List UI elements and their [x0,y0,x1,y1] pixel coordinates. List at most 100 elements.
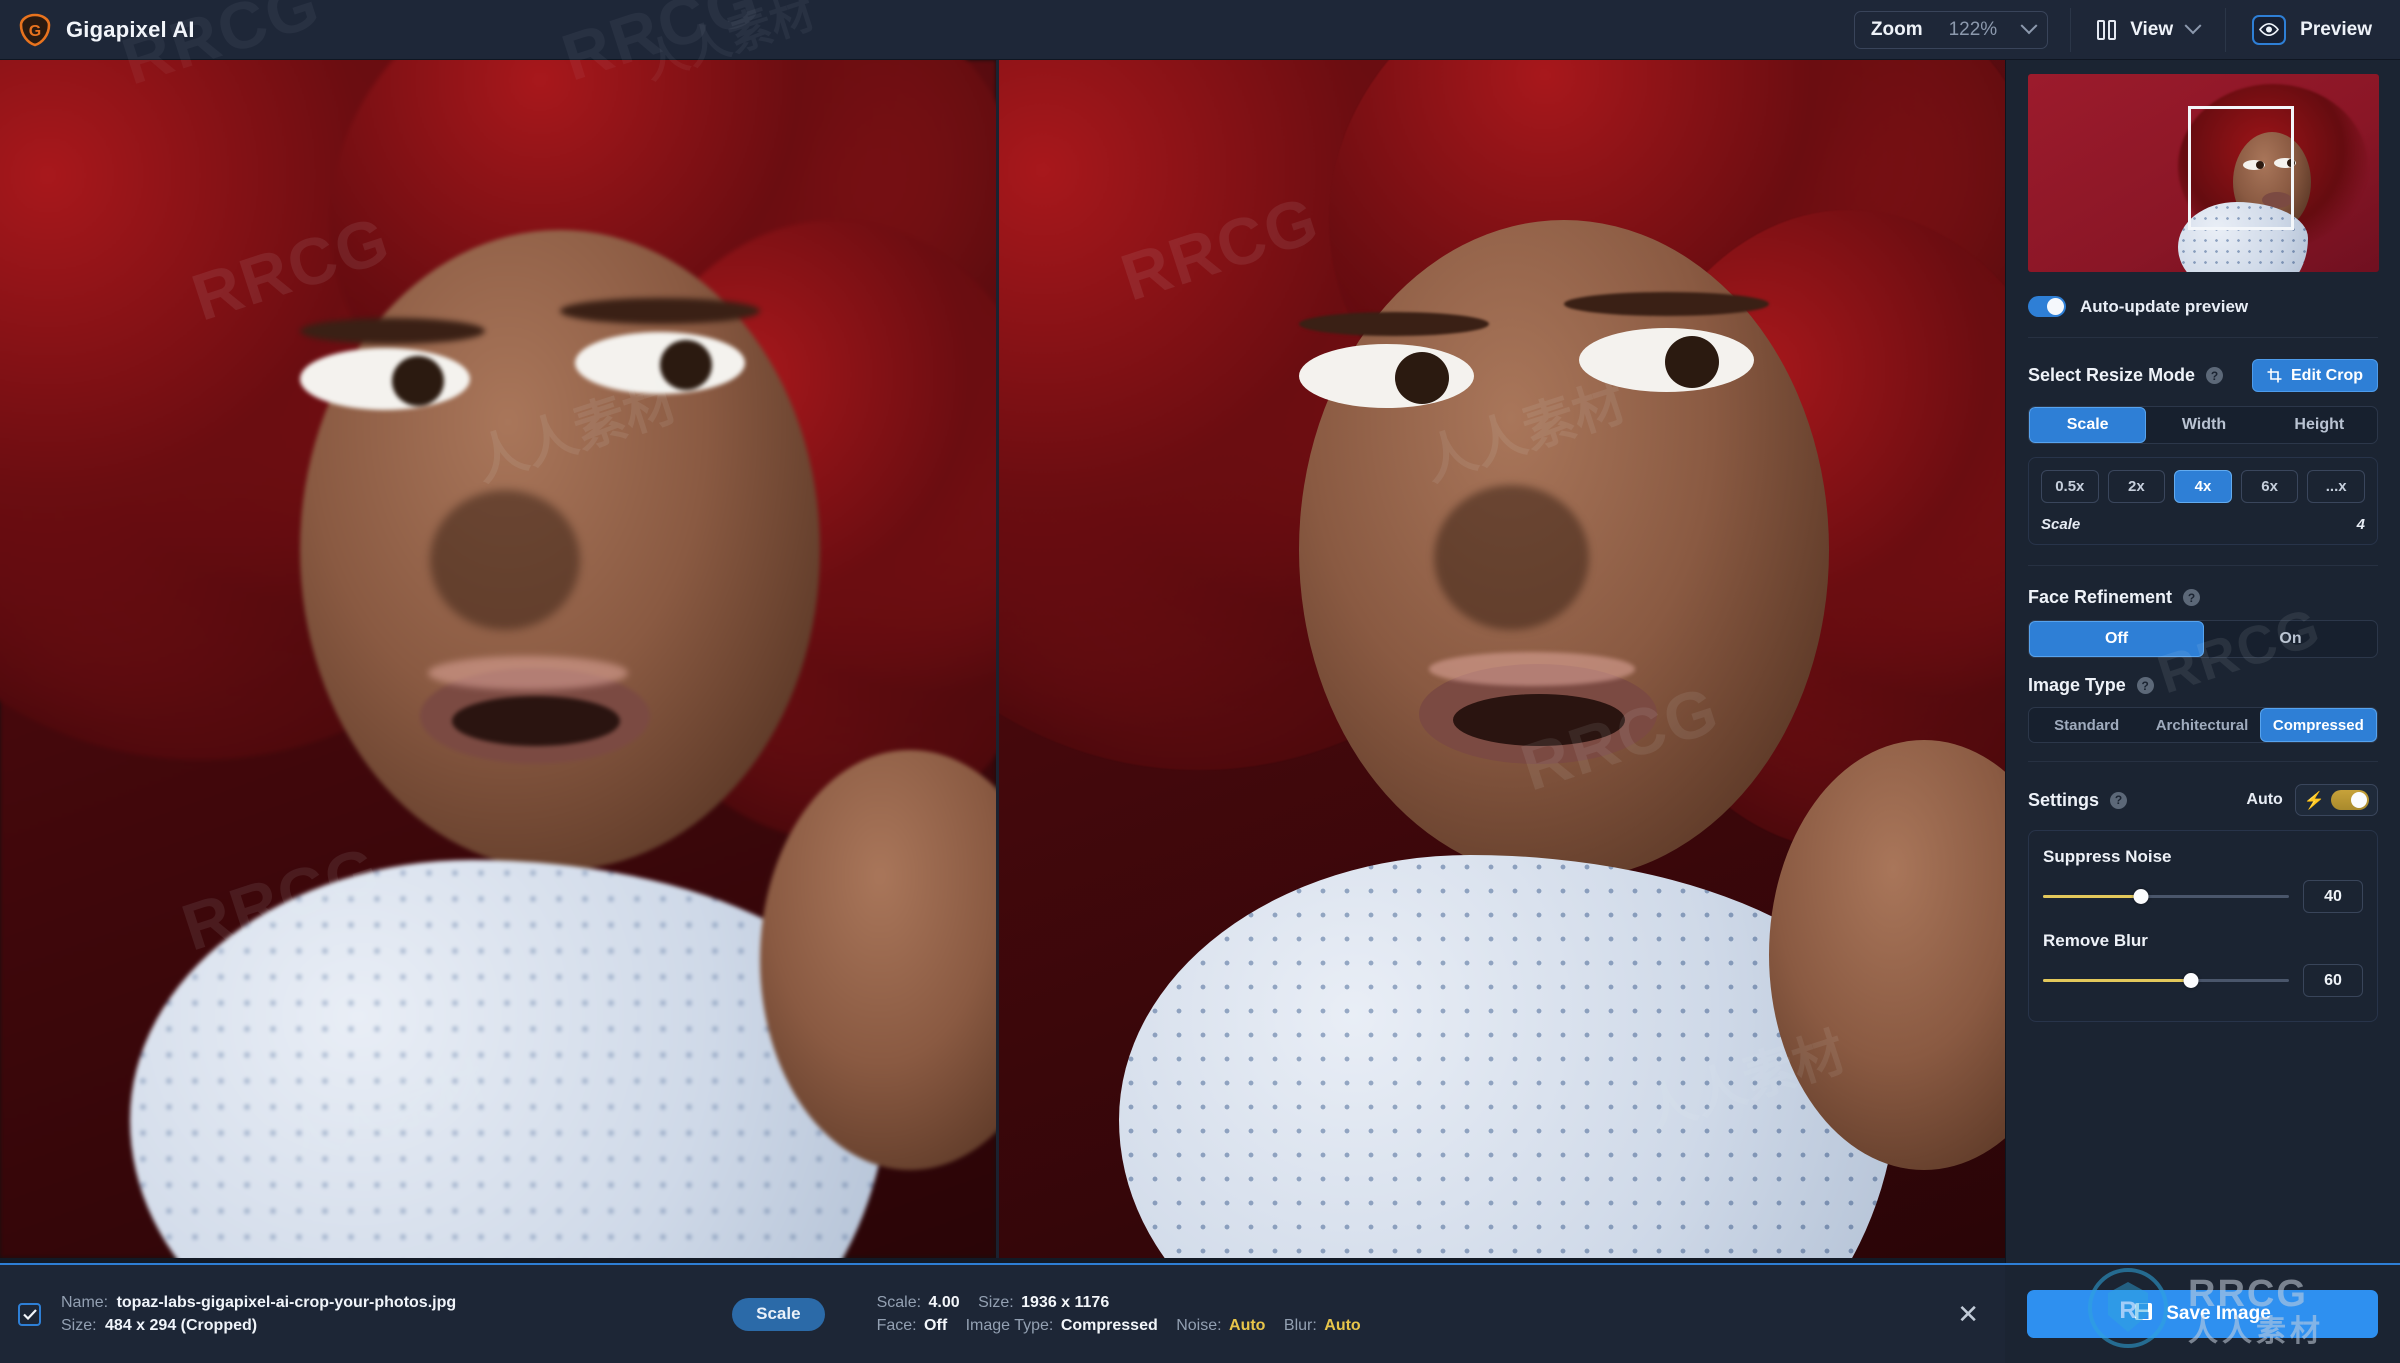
settings-header: Settings ? Auto ⚡ [2028,784,2378,816]
processed-image-pane[interactable]: RRCG 人人素材 RRCG 人人素材 [999,60,2005,1258]
tab-height[interactable]: Height [2262,407,2377,443]
zoom-control[interactable]: Zoom 122% [1853,10,2049,49]
bottom-status-bar: Name: topaz-labs-gigapixel-ai-crop-your-… [0,1263,2005,1363]
settings-help-circle-icon[interactable]: ? [2110,791,2128,809]
crop-selection-rect[interactable] [2188,106,2294,230]
face-help-circle-icon[interactable]: ? [2183,589,2201,606]
gigapixel-shield-logo-icon: G [18,13,52,47]
image-type-compressed[interactable]: Compressed [2259,708,2377,742]
scale-card: 0.5x 2x 4x 6x ...x Scale 4 [2028,457,2378,545]
lightning-bolt-icon: ⚡ [2303,790,2325,810]
job-scale-key: Scale: [876,1293,922,1311]
preview-label: Preview [2300,18,2372,40]
job-line-1: Scale: 4.00 Size: 1936 x 1176 [877,1291,1375,1314]
eye-icon[interactable] [2252,14,2287,45]
scale-chip-05x[interactable]: 0.5x [2041,470,2099,503]
scale-chip-4x[interactable]: 4x [2174,470,2232,503]
crop-icon [2267,368,2282,383]
file-name-line: Name: topaz-labs-gigapixel-ai-crop-your-… [61,1291,456,1314]
auto-update-toggle[interactable] [2028,296,2066,317]
save-image-button[interactable]: Save Image [2027,1290,2378,1338]
file-name-key: Name: [61,1293,109,1311]
resize-mode-tabs[interactable]: Scale Width Height [2028,406,2378,444]
suppress-noise-slider[interactable] [2043,888,2289,906]
job-noise-value: Auto [1229,1317,1266,1334]
edit-crop-button[interactable]: Edit Crop [2252,359,2378,392]
job-blur-value: Auto [1324,1317,1361,1334]
file-size-key: Size: [61,1317,97,1334]
save-bar: Save Image [2005,1263,2400,1363]
settings-sidebar: Auto-update preview Select Resize Mode ?… [2005,60,2400,1263]
job-size-value: 1936 x 1176 [1021,1293,1110,1311]
zoom-label: Zoom [1870,18,1923,40]
scale-chip-2x[interactable]: 2x [2107,470,2166,503]
scale-badge-button[interactable]: Scale [732,1297,825,1331]
remove-blur-slider[interactable] [2043,972,2289,990]
remove-blur-value[interactable]: 60 [2303,964,2363,997]
auto-update-preview-row[interactable]: Auto-update preview [2028,296,2378,338]
original-photo [0,60,996,1258]
header-controls: Zoom 122% View Preview [1853,0,2400,60]
job-line-2: Face: Off Image Type: Compressed Noise: … [877,1314,1375,1337]
help-circle-icon[interactable]: ? [2206,367,2224,384]
scale-value-label: Scale [2041,516,2081,533]
view-label: View [2130,18,2174,40]
job-info: Scale: 4.00 Size: 1936 x 1176 Face: Off … [877,1291,1375,1337]
chevron-down-icon[interactable] [2020,16,2038,34]
save-image-label: Save Image [2166,1303,2271,1324]
image-type-standard[interactable]: Standard [2029,708,2144,742]
app-header: G Gigapixel AI Zoom 122% View Preview [0,0,2400,60]
auto-update-label: Auto-update preview [2080,296,2249,316]
job-image-type-key: Image Type: [965,1317,1054,1334]
scale-chip-custom[interactable]: ...x [2307,470,2365,503]
image-type-group[interactable]: Standard Architectural Compressed [2028,707,2378,743]
edit-crop-label: Edit Crop [2291,366,2363,384]
job-blur-key: Blur: [1283,1317,1317,1334]
job-image-type-value: Compressed [1060,1317,1158,1334]
tab-width[interactable]: Width [2146,407,2261,443]
gigapixel-app-window: G Gigapixel AI Zoom 122% View Preview Au… [0,0,2400,1363]
settings-title: Settings [2028,789,2100,810]
sidebar-divider-1 [2028,565,2378,566]
save-disk-icon [2134,1302,2153,1327]
auto-settings-switch[interactable] [2331,790,2369,810]
remove-blur-label: Remove Blur [2043,931,2148,950]
close-icon[interactable]: ✕ [1957,1301,1979,1327]
view-chevron-down-icon[interactable] [2184,16,2202,34]
resize-mode-title: Select Resize Mode [2028,365,2196,385]
preview-control[interactable]: Preview [2226,14,2400,45]
suppress-noise-value[interactable]: 40 [2303,880,2363,913]
face-refinement-on[interactable]: On [2204,621,2377,657]
settings-auto-label: Auto [2246,791,2283,808]
sidebar-divider-2 [2028,761,2378,762]
view-control[interactable]: View [2071,16,2225,41]
suppress-noise-label: Suppress Noise [2043,847,2172,866]
face-refinement-off[interactable]: Off [2029,621,2204,657]
job-scale-value: 4.00 [928,1293,960,1311]
image-type-help-circle-icon[interactable]: ? [2136,677,2154,694]
face-refinement-toggle-group[interactable]: Off On [2028,620,2378,658]
scale-chip-group[interactable]: 0.5x 2x 4x 6x ...x [2041,470,2365,503]
processed-photo [999,60,2005,1258]
file-info: Name: topaz-labs-gigapixel-ai-crop-your-… [61,1291,456,1337]
job-face-key: Face: [876,1317,917,1334]
file-select-checkbox[interactable] [18,1302,41,1326]
image-type-architectural[interactable]: Architectural [2144,708,2259,742]
remove-blur-row: Remove Blur 60 [2043,931,2363,997]
image-type-header: Image Type ? [2028,675,2378,696]
scale-chip-6x[interactable]: 6x [2240,470,2299,503]
job-noise-key: Noise: [1176,1317,1222,1334]
settings-auto-toggle[interactable]: ⚡ [2294,784,2378,816]
split-view-icon [2097,19,2117,40]
original-image-pane[interactable]: RRCG 人人素材 RRCG 人人素材 [0,60,996,1258]
tab-scale[interactable]: Scale [2029,407,2147,443]
navigator-thumbnail[interactable] [2028,74,2379,272]
job-size-key: Size: [978,1293,1014,1311]
app-title: Gigapixel AI [66,16,195,42]
image-viewer: RRCG 人人素材 RRCG 人人素材 [0,60,2005,1258]
file-size-value: 484 x 294 (Cropped) [105,1317,258,1334]
app-brand: G Gigapixel AI [0,13,195,47]
scale-value: 4 [2356,516,2365,533]
suppress-noise-row: Suppress Noise 40 [2043,847,2363,913]
settings-sliders-card: Suppress Noise 40 Remove Blur 60 [2028,830,2378,1022]
